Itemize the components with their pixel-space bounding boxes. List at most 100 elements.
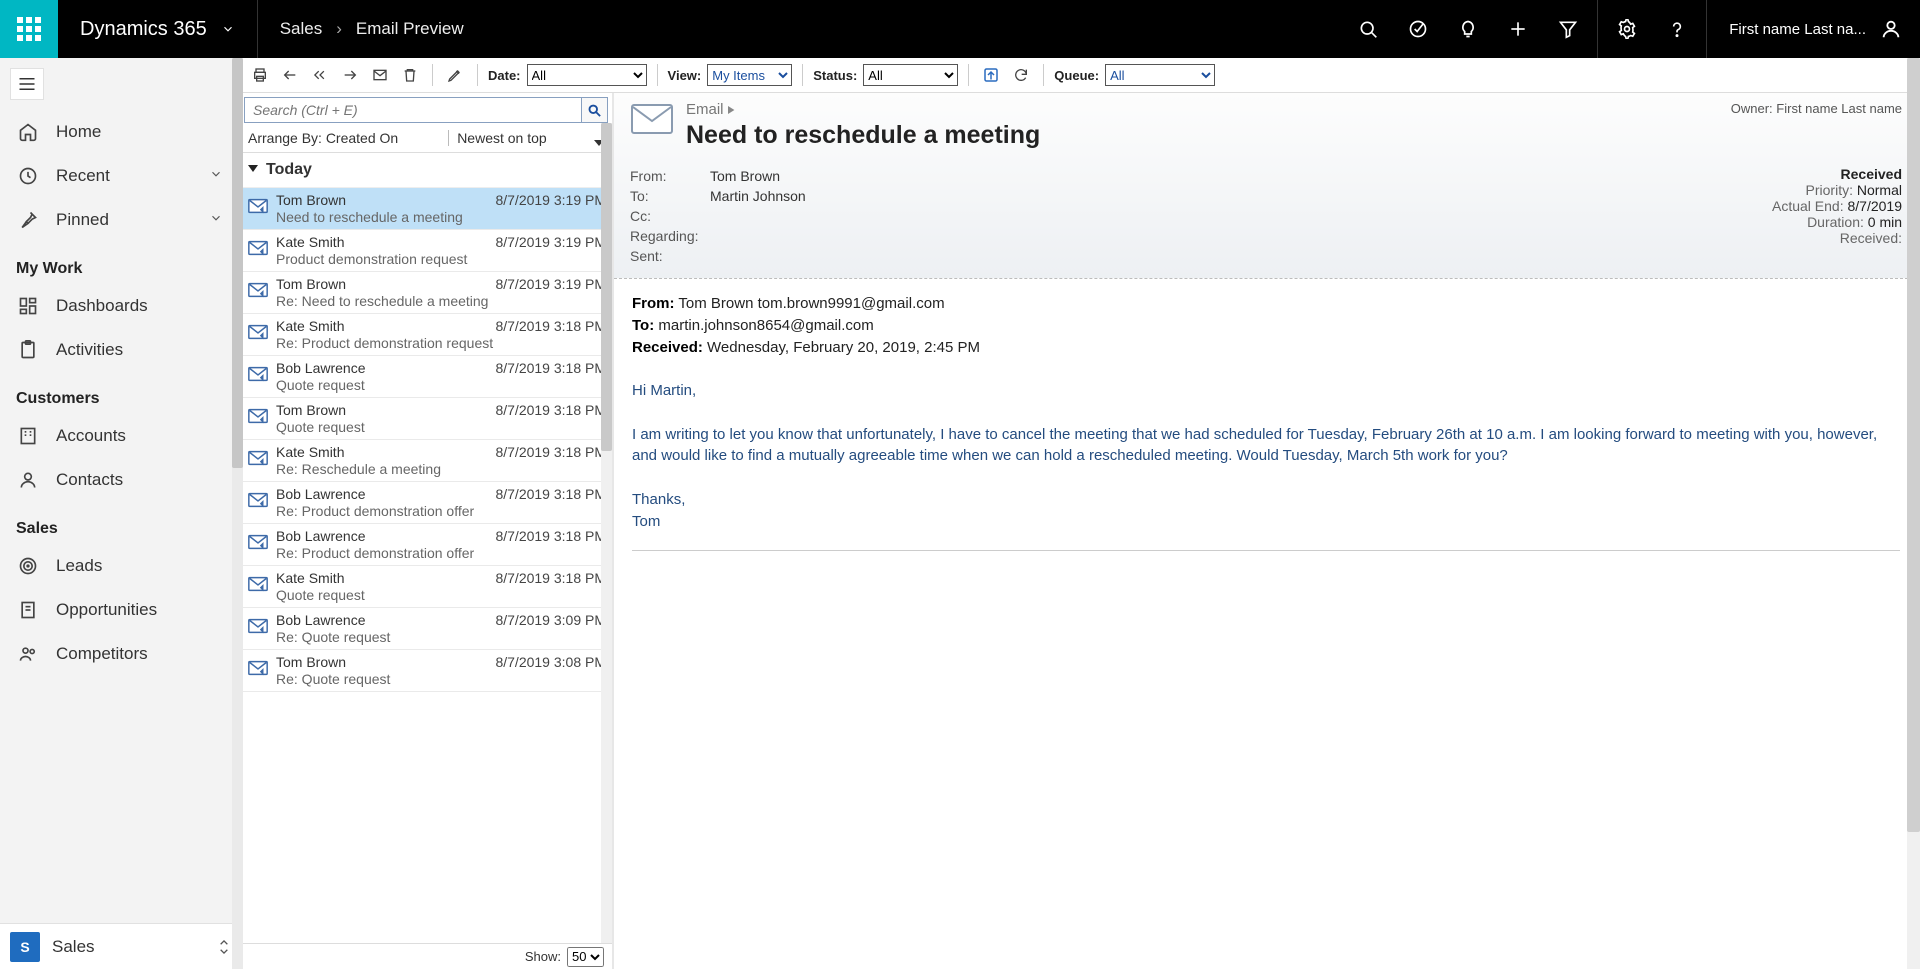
nav-section-mywork: My Work <box>0 242 239 284</box>
email-row[interactable]: Tom Brown8/7/2019 3:19 PMRe: Need to res… <box>240 272 612 314</box>
view-select[interactable]: My Items <box>707 64 792 86</box>
target-check-icon <box>1408 19 1428 39</box>
nav-opportunities[interactable]: Opportunities <box>0 588 239 632</box>
entity-dropdown-icon[interactable] <box>728 106 736 114</box>
row-from: Tom Brown <box>276 276 346 292</box>
waffle-icon <box>17 17 41 41</box>
row-subject: Re: Quote request <box>276 628 606 645</box>
email-row[interactable]: Kate Smith8/7/2019 3:18 PMRe: Reschedule… <box>240 440 612 482</box>
gear-icon <box>1617 19 1637 39</box>
row-subject: Re: Quote request <box>276 670 606 687</box>
nav-competitors[interactable]: Competitors <box>0 632 239 676</box>
add-button[interactable] <box>1493 0 1543 58</box>
row-subject: Re: Reschedule a meeting <box>276 460 606 477</box>
owner-value[interactable]: First name Last name <box>1776 101 1902 116</box>
nav-contacts[interactable]: Contacts <box>0 458 239 502</box>
search-icon <box>587 103 602 118</box>
row-from: Bob Lawrence <box>276 360 366 376</box>
edit-button[interactable] <box>443 63 467 87</box>
nav-accounts[interactable]: Accounts <box>0 414 239 458</box>
print-button[interactable] <box>248 63 272 87</box>
list-scrollbar[interactable] <box>601 123 612 943</box>
view-label: View: <box>668 68 702 83</box>
brand-button[interactable]: Dynamics 365 <box>58 0 258 58</box>
mail-button[interactable] <box>368 63 392 87</box>
row-date: 8/7/2019 3:18 PM <box>495 486 606 502</box>
pin-icon <box>18 210 38 230</box>
settings-button[interactable] <box>1602 0 1652 58</box>
search-go-button[interactable] <box>582 97 608 123</box>
hamburger-icon <box>18 77 36 91</box>
email-row[interactable]: Kate Smith8/7/2019 3:19 PMProduct demons… <box>240 230 612 272</box>
help-button[interactable] <box>1652 0 1702 58</box>
arrow-right-icon <box>342 67 358 83</box>
show-count-select[interactable]: 50 <box>567 947 604 967</box>
filter-button[interactable] <box>1543 0 1593 58</box>
mail-item-icon <box>246 656 270 680</box>
email-row[interactable]: Kate Smith8/7/2019 3:18 PMRe: Product de… <box>240 314 612 356</box>
nav-leads[interactable]: Leads <box>0 544 239 588</box>
email-list-pane: Arrange By: Created On Newest on top Tod… <box>240 93 614 969</box>
group-header[interactable]: Today <box>240 153 612 188</box>
email-row[interactable]: Tom Brown8/7/2019 3:19 PMNeed to resched… <box>240 188 612 230</box>
left-nav: Home Recent Pinned My Work Dashboards Ac… <box>0 58 240 969</box>
nav-scrollbar[interactable] <box>232 58 243 969</box>
app-launcher[interactable] <box>0 0 58 58</box>
chevron-down-icon <box>209 167 223 181</box>
search-input[interactable] <box>244 97 582 123</box>
nav-activities[interactable]: Activities <box>0 328 239 372</box>
crumb-area[interactable]: Sales <box>280 19 323 39</box>
nav-pinned[interactable]: Pinned <box>0 198 239 242</box>
row-from: Bob Lawrence <box>276 612 366 628</box>
date-select[interactable]: All <box>527 64 647 86</box>
task-check-button[interactable] <box>1393 0 1443 58</box>
ideas-button[interactable] <box>1443 0 1493 58</box>
mail-icon <box>372 67 388 83</box>
row-subject: Re: Need to reschedule a meeting <box>276 292 606 309</box>
queue-select[interactable]: All <box>1105 64 1215 86</box>
area-switcher[interactable]: S Sales <box>0 923 239 969</box>
from-value[interactable]: Tom Brown <box>710 166 806 186</box>
email-row[interactable]: Tom Brown8/7/2019 3:18 PMQuote request <box>240 398 612 440</box>
nav-home[interactable]: Home <box>0 110 239 154</box>
back-all-button[interactable] <box>308 63 332 87</box>
email-row[interactable]: Bob Lawrence8/7/2019 3:18 PMRe: Product … <box>240 524 612 566</box>
nav-toggle[interactable] <box>10 68 44 100</box>
search-icon <box>1358 19 1378 39</box>
upload-button[interactable] <box>979 63 1003 87</box>
row-from: Bob Lawrence <box>276 528 366 544</box>
row-from: Tom Brown <box>276 192 346 208</box>
arrange-by-row[interactable]: Arrange By: Created On Newest on top <box>240 125 612 153</box>
row-subject: Re: Product demonstration offer <box>276 544 606 561</box>
area-tile: S <box>10 932 40 962</box>
area-label: Sales <box>52 937 95 957</box>
row-date: 8/7/2019 3:18 PM <box>495 318 606 334</box>
to-value[interactable]: Martin Johnson <box>710 186 806 206</box>
email-row[interactable]: Kate Smith8/7/2019 3:18 PMQuote request <box>240 566 612 608</box>
forward-button[interactable] <box>338 63 362 87</box>
home-icon <box>18 122 38 142</box>
row-subject: Quote request <box>276 586 606 603</box>
funnel-icon <box>1558 19 1578 39</box>
nav-recent[interactable]: Recent <box>0 154 239 198</box>
email-row[interactable]: Tom Brown8/7/2019 3:08 PMRe: Quote reque… <box>240 650 612 692</box>
nav-dashboards[interactable]: Dashboards <box>0 284 239 328</box>
chevron-down-icon <box>209 211 223 225</box>
email-row[interactable]: Bob Lawrence8/7/2019 3:18 PMQuote reques… <box>240 356 612 398</box>
page-scrollbar[interactable] <box>1907 58 1920 969</box>
building-icon <box>18 426 38 446</box>
crumb-page: Email Preview <box>356 19 464 39</box>
email-row[interactable]: Bob Lawrence8/7/2019 3:18 PMRe: Product … <box>240 482 612 524</box>
status-select[interactable]: All <box>863 64 958 86</box>
mail-item-icon <box>246 404 270 428</box>
user-menu[interactable]: First name Last na... <box>1711 0 1920 58</box>
mail-item-icon <box>246 572 270 596</box>
refresh-button[interactable] <box>1009 63 1033 87</box>
back-button[interactable] <box>278 63 302 87</box>
search-button[interactable] <box>1343 0 1393 58</box>
email-row[interactable]: Bob Lawrence8/7/2019 3:09 PMRe: Quote re… <box>240 608 612 650</box>
brand-text: Dynamics 365 <box>80 18 207 41</box>
delete-button[interactable] <box>398 63 422 87</box>
row-date: 8/7/2019 3:08 PM <box>495 654 606 670</box>
clipboard-icon <box>18 340 38 360</box>
